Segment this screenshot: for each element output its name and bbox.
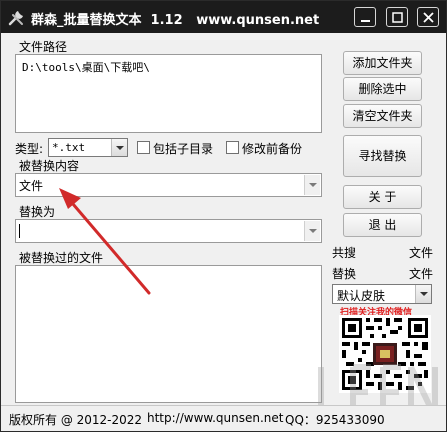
app-window: 群森_批量替换文本 1.12 www.qunsen.net 文件路径 D:\to… — [0, 0, 447, 432]
status-bar: 版权所有 @ 2012-2022 http://www.qunsen.net Q… — [1, 405, 446, 431]
annotation-arrow — [59, 188, 151, 295]
qq-text: QQ：925433090 — [285, 413, 385, 427]
website-link[interactable]: http://www.qunsen.net — [147, 411, 284, 425]
copyright-text: 版权所有 @ 2012-2022 — [9, 413, 143, 427]
